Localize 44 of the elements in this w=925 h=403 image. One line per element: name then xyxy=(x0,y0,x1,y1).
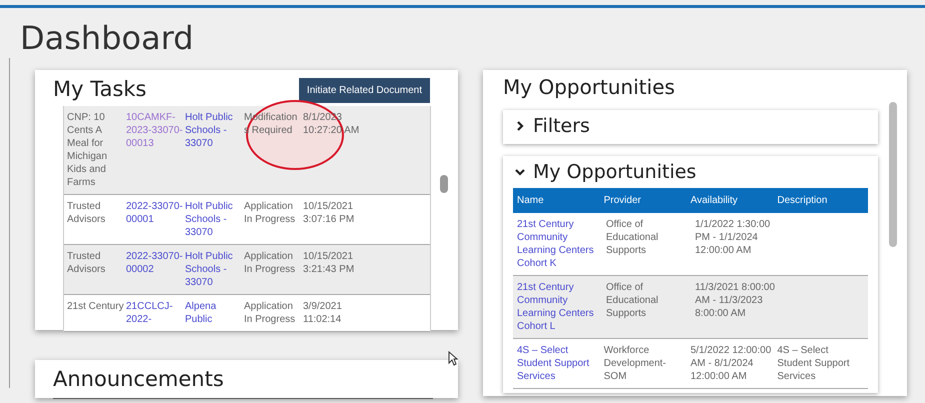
accordion-header[interactable]: Filters xyxy=(515,114,590,138)
card-title: My Tasks xyxy=(53,76,146,104)
table-cell-text: Office of Educational Supports xyxy=(606,281,660,321)
column-header[interactable]: Provider xyxy=(604,193,690,208)
table-link[interactable]: 21st Century Community Learning Centers Cohort K xyxy=(517,218,606,270)
table-cell-text: Workforce Development-SOM xyxy=(604,344,668,383)
table-row[interactable]: 21st Century Community Learning Centers Cohort L Office of Educational Supports 11/3/2021 8:00:00 AM - 11/3/2023 8:00:00 AM xyxy=(513,276,868,339)
table-cell-text: CNP: 10 Cents A Meal for Michigan Kids and Farms xyxy=(67,111,108,189)
table-link[interactable]: Holt Public Schools - 33070 xyxy=(185,250,244,289)
table-cell-text: Trusted Advisors xyxy=(67,250,106,277)
table-cell-text: 1/1/2022 1:30:00 PM - 1/1/2024 12:00:00 AM xyxy=(695,218,772,258)
chevron-icon xyxy=(515,121,525,131)
card-title: Announcements xyxy=(53,364,433,398)
table-link[interactable]: 2022-33070-00002 xyxy=(126,250,185,289)
table-row[interactable]: Trusted Advisors 2022-33070-00002 Holt Public Schools - 33070 Application In Progress 10/15/2021 3:21:43 PM xyxy=(64,245,430,295)
table-cell-text: 5/1/2022 12:00:00 AM - 8/1/2024 12:00:00 AM xyxy=(690,344,772,383)
table-cell-text: 10/15/2021 3:21:43 PM xyxy=(303,250,356,277)
scrollbar-thumb[interactable] xyxy=(889,102,897,247)
table-cell-text: 4S – Select Student Support Services xyxy=(777,344,851,383)
initiate-document-button[interactable]: Initiate Related Document xyxy=(298,78,430,102)
table-cell-text: 11/3/2021 8:00:00 AM - 11/3/2023 8:00:00 AM xyxy=(695,281,776,321)
column-header[interactable]: Name xyxy=(517,193,604,208)
accordion-header[interactable]: My Opportunities xyxy=(515,160,696,184)
table-link[interactable]: 21st Century Community Learning Centers Cohort L xyxy=(517,281,606,333)
card-title: My Opportunities xyxy=(503,74,676,100)
table-link[interactable]: Holt Public Schools - 33070 xyxy=(185,200,244,239)
table-cell-text: Office of Educational Supports xyxy=(606,218,660,258)
table-link[interactable]: 2022-33070-00001 xyxy=(126,200,185,239)
table-link[interactable]: Alpena Public xyxy=(185,300,244,326)
page-title: Dashboard xyxy=(19,18,195,58)
scrollbar-thumb[interactable] xyxy=(440,175,448,193)
table-link[interactable]: 4S – Select Student Support Services xyxy=(517,344,604,383)
table-cell-text: Application In Progress xyxy=(244,250,296,277)
table-link[interactable]: 21CCLCJ-2022- xyxy=(126,300,185,326)
table-cell-text: Trusted Advisors xyxy=(67,200,106,227)
table-cell-text: Application In Progress xyxy=(244,200,296,227)
table-cell-text: 10/15/2021 3:07:16 PM xyxy=(303,200,356,227)
column-header[interactable]: Availability xyxy=(690,193,778,208)
table-cell-text: 21st Century xyxy=(67,300,125,314)
column-header[interactable]: Description xyxy=(777,193,864,208)
table-cell-text: Application In Progress xyxy=(244,300,296,326)
table-cell-text: 3/9/2021 11:02:14 xyxy=(303,300,343,326)
chevron-icon xyxy=(515,167,525,177)
table-link[interactable]: Holt Public Schools - 33070 xyxy=(185,111,244,189)
